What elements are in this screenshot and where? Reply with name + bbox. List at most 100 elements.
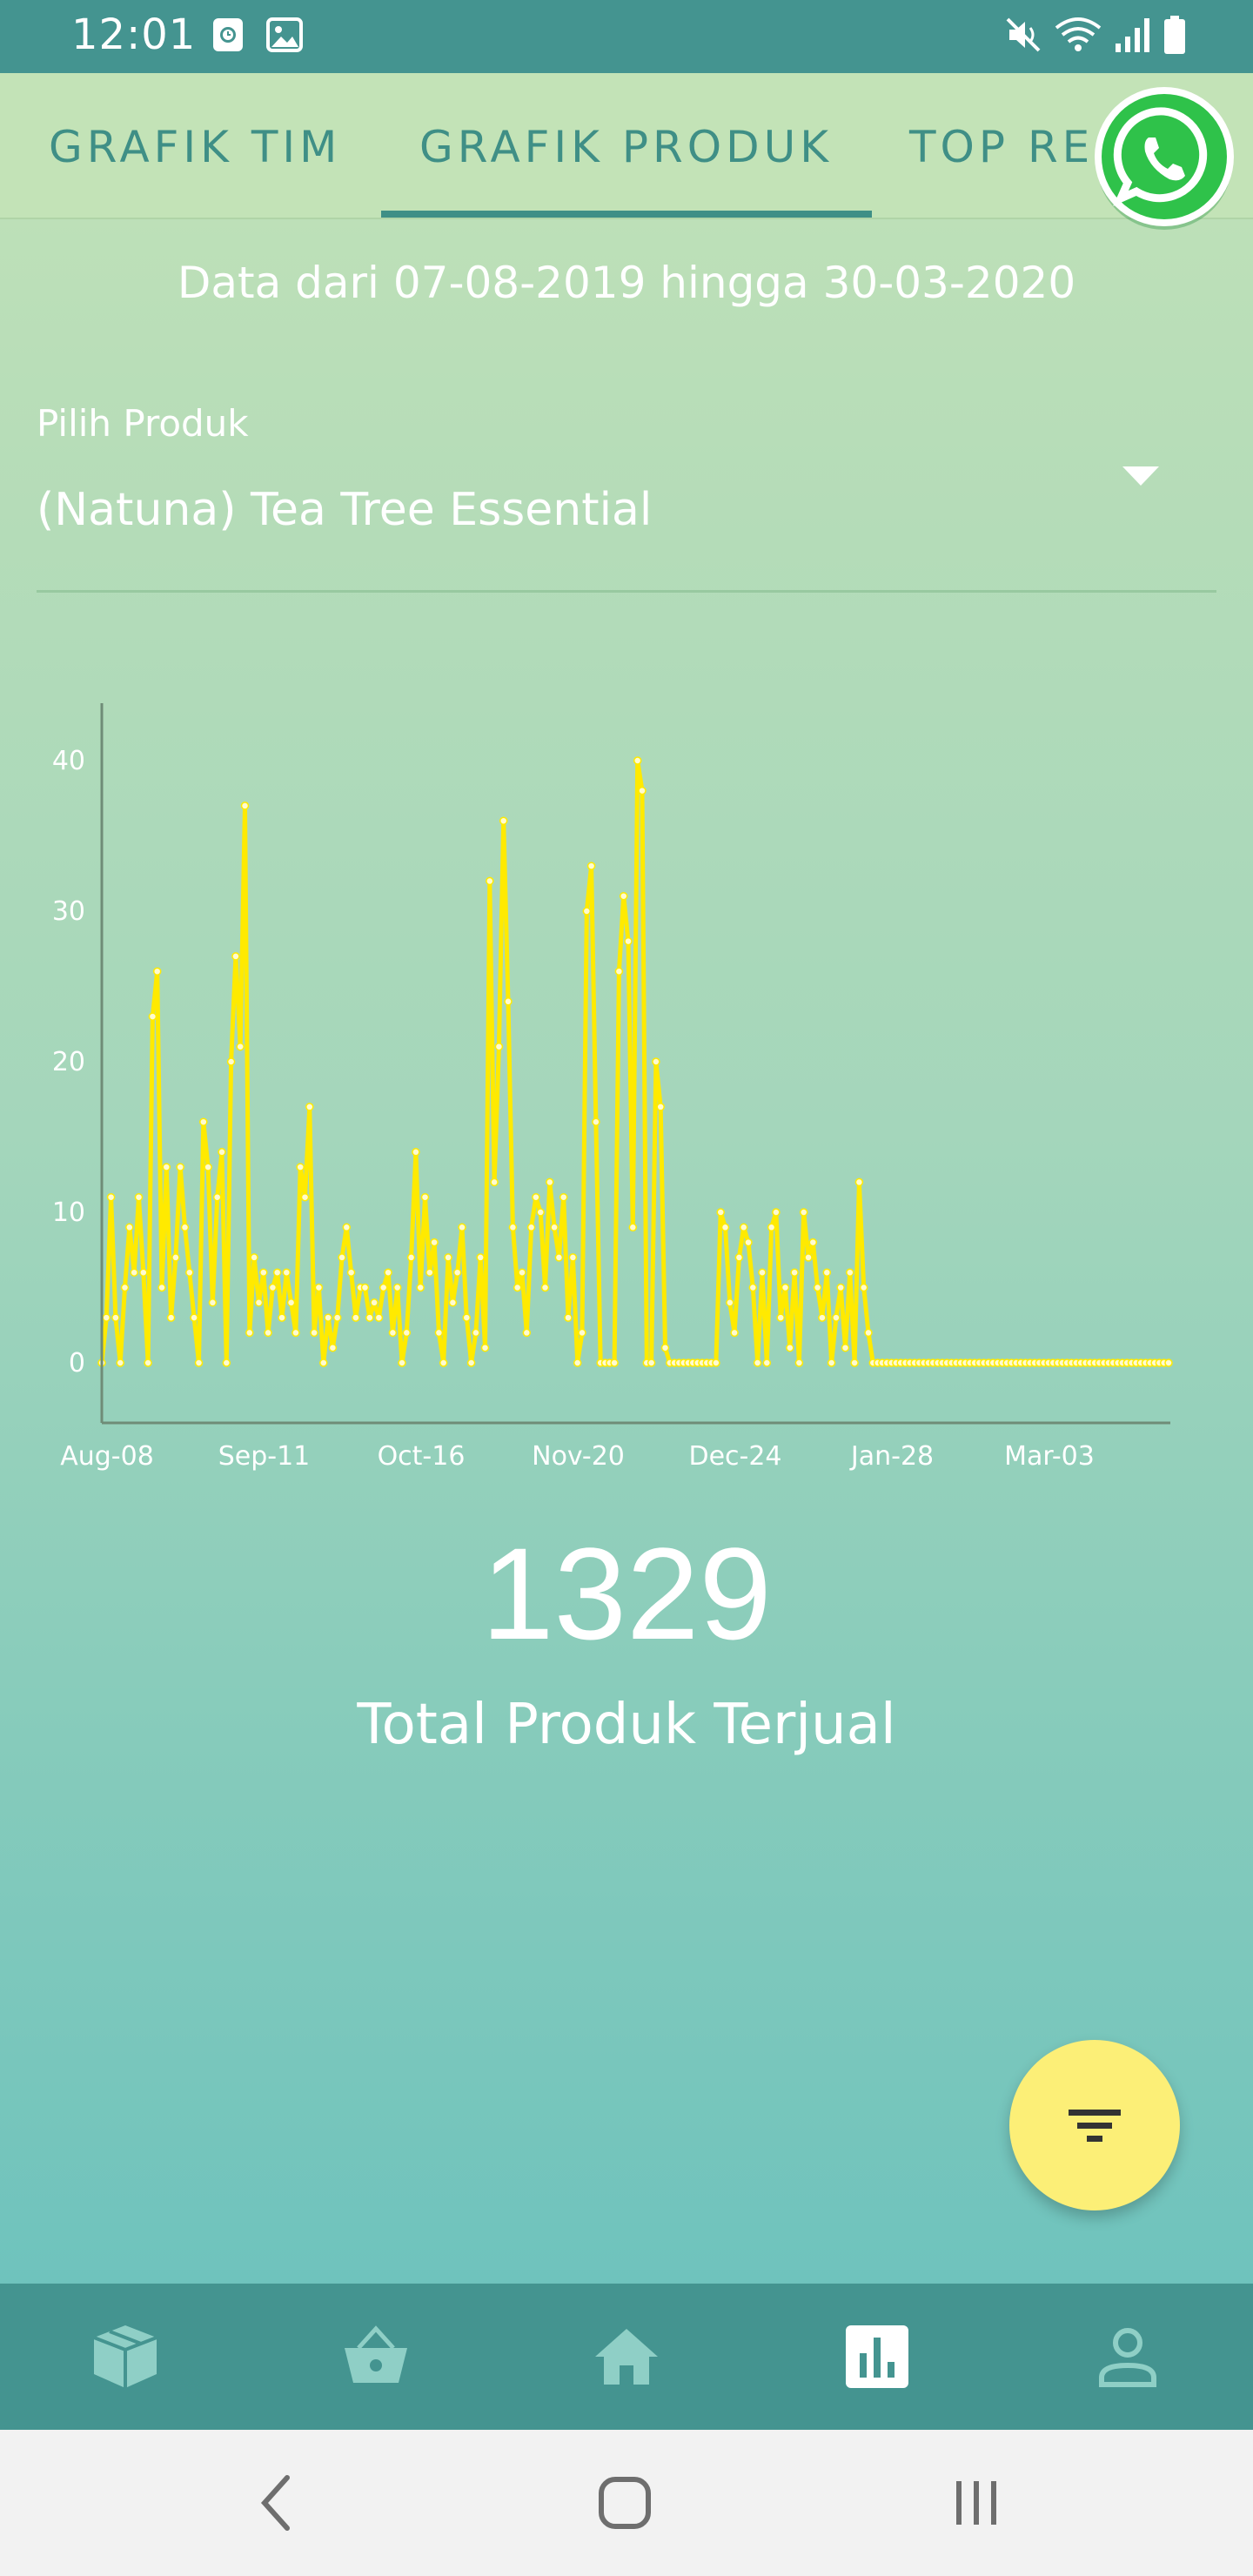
chart-point	[652, 1057, 660, 1066]
tab-indicator	[381, 211, 872, 218]
chart-point	[564, 1313, 573, 1322]
chart-point	[638, 786, 647, 795]
chart-point	[245, 1328, 254, 1338]
chart-point	[374, 1313, 384, 1322]
wifi-icon	[1053, 16, 1103, 57]
chart-point	[342, 1223, 352, 1232]
filter-button[interactable]	[1009, 2040, 1180, 2210]
chart-point	[794, 1358, 804, 1367]
chart-point	[540, 1283, 550, 1292]
chart-point	[240, 802, 250, 810]
chart-point	[786, 1343, 794, 1352]
chart-point	[212, 1192, 222, 1202]
chart-point	[526, 1223, 536, 1232]
image-icon	[266, 17, 303, 56]
chart-icon	[846, 2325, 908, 2388]
chart-point	[466, 1358, 476, 1367]
chart-point	[790, 1268, 799, 1277]
product-select[interactable]: (Natuna) Tea Tree Essential	[37, 484, 652, 536]
chart-point	[286, 1298, 296, 1307]
chart-point	[264, 1328, 272, 1338]
chart-point	[332, 1313, 342, 1322]
chart-point	[218, 1148, 226, 1157]
chart-point	[231, 952, 240, 961]
chart-point	[434, 1328, 444, 1338]
chart-point	[781, 1283, 790, 1292]
chart-point	[250, 1253, 258, 1262]
whatsapp-button[interactable]	[1091, 84, 1237, 230]
chart-point	[190, 1313, 198, 1322]
chart-point	[592, 1117, 600, 1126]
chart-point	[222, 1358, 231, 1367]
chart-point	[314, 1283, 324, 1292]
chart-point	[827, 1358, 836, 1367]
chart-point	[102, 1313, 111, 1322]
chart-point	[406, 1253, 416, 1262]
chart-point	[854, 1177, 864, 1187]
chart-point	[120, 1283, 130, 1292]
chart-point	[554, 1253, 564, 1262]
nav-home[interactable]	[501, 2284, 752, 2430]
chart-point	[296, 1163, 305, 1171]
chart-point	[352, 1313, 360, 1322]
sales-line-chart: 0 10 20 30 40 Aug-08 Sep-11 Oct-16 Nov-20 Dec-24…	[52, 703, 1173, 1472]
chart-point	[162, 1163, 171, 1171]
chart-point	[716, 1208, 725, 1217]
chart-point	[508, 1223, 518, 1232]
chart-point	[490, 1177, 499, 1187]
chart-point	[550, 1223, 559, 1232]
system-back-button[interactable]	[188, 2430, 362, 2576]
chart-point	[157, 1283, 166, 1292]
chart-point	[656, 1103, 665, 1111]
chart-point	[199, 1117, 208, 1126]
chart-point	[720, 1223, 730, 1232]
nav-chart[interactable]	[752, 2284, 1002, 2430]
chart-point	[430, 1238, 439, 1247]
nav-profile[interactable]	[1002, 2284, 1253, 2430]
chart-point	[272, 1268, 282, 1277]
chart-point	[444, 1253, 452, 1262]
chart-point	[532, 1192, 540, 1202]
chart-point	[582, 907, 592, 916]
chart-point	[846, 1268, 854, 1277]
chart-point	[624, 936, 633, 946]
y-tick-label: 20	[52, 1047, 85, 1077]
chart-point	[194, 1358, 204, 1367]
chart-point	[850, 1358, 859, 1367]
x-tick-label: Mar-03	[1004, 1441, 1095, 1472]
chart-point	[291, 1328, 300, 1338]
tab-grafik-produk[interactable]: GRAFIK PRODUK	[419, 73, 833, 218]
nav-products[interactable]	[0, 2284, 251, 2430]
clock-app-icon	[212, 17, 244, 56]
chart-point	[499, 816, 508, 825]
chart-point	[726, 1298, 734, 1307]
product-select-label: Pilih Produk	[37, 402, 249, 445]
chart-point	[171, 1253, 180, 1262]
chart-point	[148, 1012, 157, 1021]
dropdown-arrow-icon[interactable]	[1122, 466, 1159, 486]
chart-point	[282, 1268, 291, 1277]
tab-bar: GRAFIK TIM GRAFIK PRODUK TOP RE	[0, 73, 1253, 219]
chart-point	[832, 1313, 841, 1322]
tab-top-reseller[interactable]: TOP RE	[909, 73, 1094, 218]
filter-icon	[1069, 2110, 1121, 2142]
system-home-button[interactable]	[538, 2430, 712, 2576]
x-tick-label: Sep-11	[218, 1441, 311, 1472]
battery-icon	[1163, 15, 1187, 58]
tab-grafik-tim[interactable]: GRAFIK TIM	[49, 73, 341, 218]
chart-point	[152, 967, 162, 976]
chart-point	[518, 1268, 526, 1277]
chart-point	[486, 876, 494, 886]
chart-point	[412, 1148, 420, 1157]
chart-point	[813, 1283, 822, 1292]
chart-point	[384, 1268, 392, 1277]
chart-point	[360, 1283, 370, 1292]
chart-point	[268, 1283, 278, 1292]
chart-point	[536, 1208, 545, 1217]
chart-point	[660, 1343, 670, 1352]
bottom-nav	[0, 2284, 1253, 2430]
system-recents-button[interactable]	[889, 2430, 1063, 2576]
chart-point	[804, 1253, 813, 1262]
chart-point	[799, 1208, 808, 1217]
nav-basket[interactable]	[251, 2284, 501, 2430]
